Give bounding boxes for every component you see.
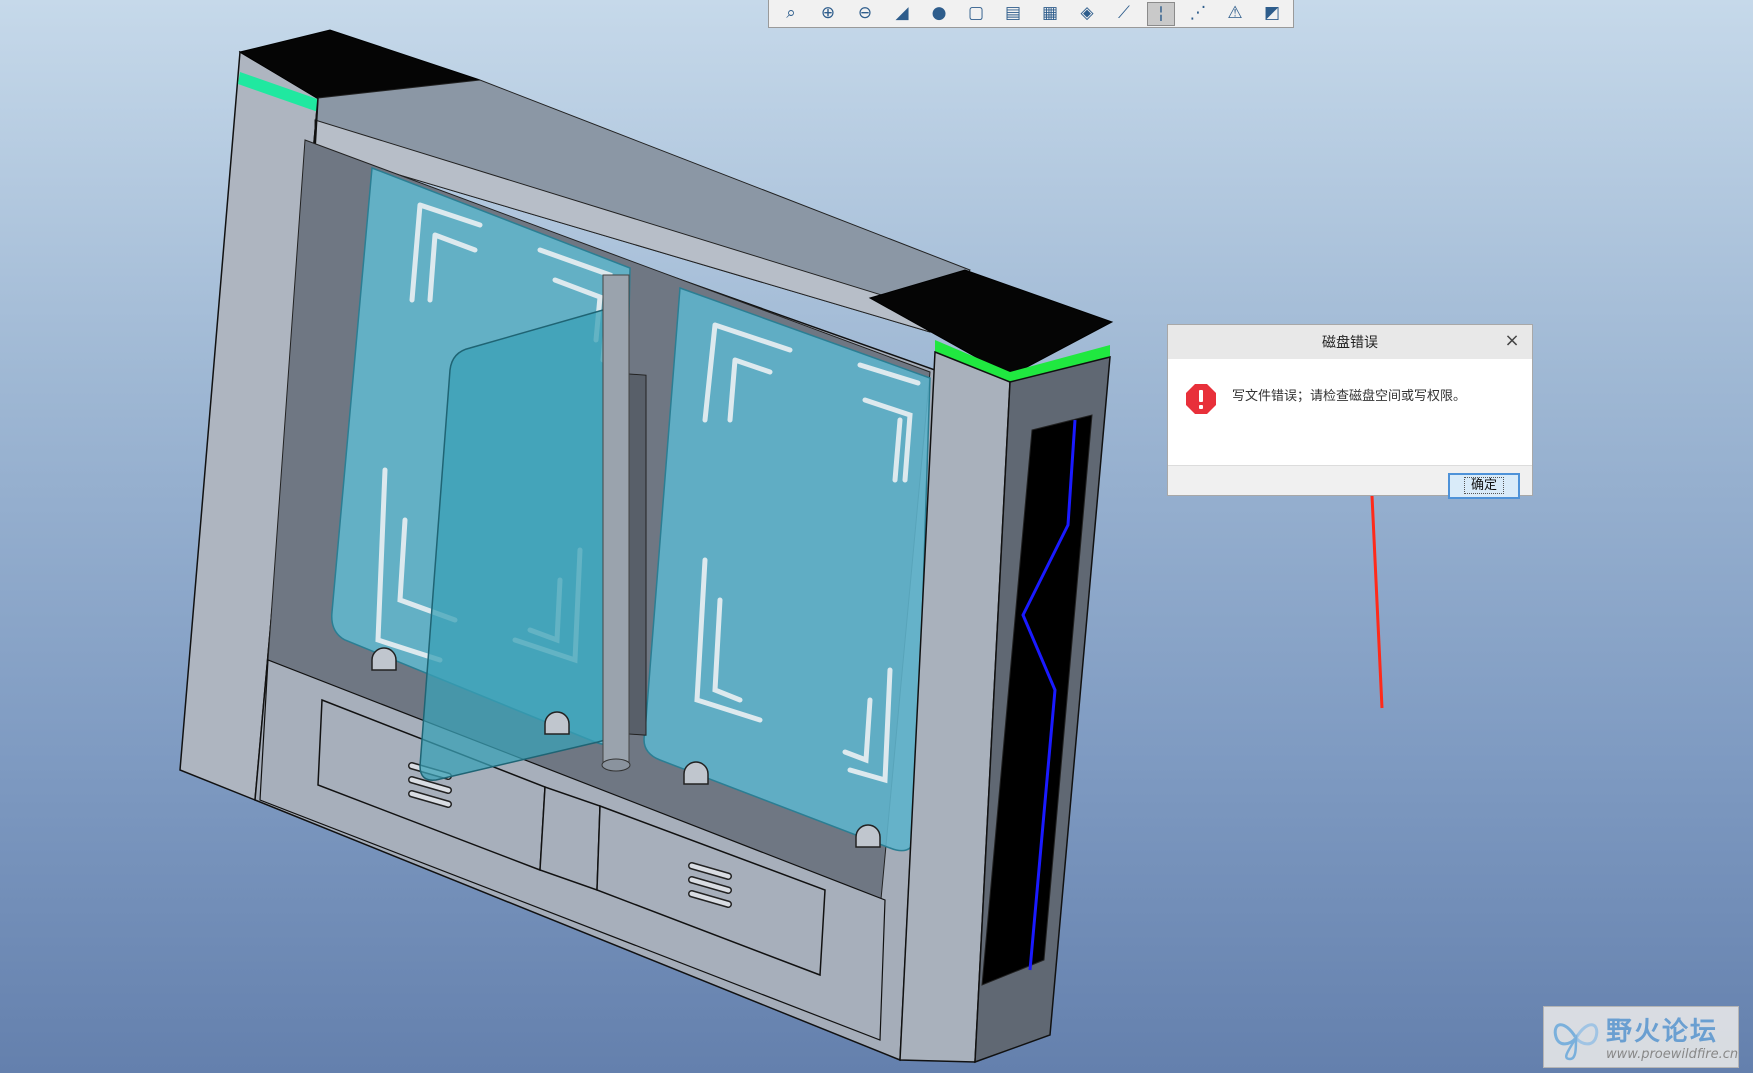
center-post-base — [601, 758, 631, 772]
watermark-name: 野火论坛 — [1606, 1017, 1719, 1047]
saved-views-icon[interactable]: ▤ — [999, 2, 1027, 26]
turnstile-gate-3d-model — [179, 29, 1384, 1064]
disk-error-dialog: 磁盘错误 × 写文件错误；请检查磁盘空间或写权限。 确定 — [1167, 324, 1533, 499]
zoom-fit-icon[interactable]: ⌕ — [777, 2, 805, 26]
dialog-body: 写文件错误；请检查磁盘空间或写权限。 — [1168, 359, 1532, 466]
view-toolbar: ⌕ ⊕ ⊖ ◢ ● ▢ ▤ ▦ ◈ ⟋ ¦ ⋰ ⚠ ◩ — [768, 0, 1294, 28]
repaint-icon[interactable]: ◢ — [888, 2, 916, 26]
zoom-out-icon[interactable]: ⊖ — [851, 2, 879, 26]
layers-icon[interactable]: ▦ — [1036, 2, 1064, 26]
dialog-titlebar[interactable]: 磁盘错误 × — [1168, 325, 1532, 359]
datum-axes-icon[interactable]: ¦ — [1147, 1, 1175, 26]
butterfly-logo-icon — [1553, 1023, 1599, 1061]
dialog-title: 磁盘错误 — [1322, 335, 1378, 351]
ok-button[interactable]: 确定 — [1448, 473, 1520, 499]
dialog-footer: 确定 — [1168, 466, 1532, 499]
close-icon[interactable]: × — [1502, 331, 1522, 351]
view-orient-icon[interactable]: ▢ — [962, 2, 990, 26]
annotation-icon[interactable]: ◩ — [1258, 2, 1286, 26]
error-message: 写文件错误；请检查磁盘空间或写权限。 — [1232, 389, 1467, 404]
forum-watermark: 野火论坛 www.proewildfire.cn — [1543, 1006, 1739, 1068]
shading-icon[interactable]: ● — [925, 2, 953, 26]
watermark-url: www.proewildfire.cn — [1606, 1047, 1739, 1062]
center-post — [602, 274, 630, 766]
datum-points-icon[interactable]: ⋰ — [1184, 2, 1212, 26]
ok-button-label: 确定 — [1463, 477, 1504, 494]
graphics-window[interactable] — [0, 0, 1753, 1073]
appearance-icon[interactable]: ◈ — [1073, 2, 1101, 26]
datum-planes-icon[interactable]: ⟋ — [1110, 2, 1138, 26]
zoom-in-icon[interactable]: ⊕ — [814, 2, 842, 26]
csys-icon[interactable]: ⚠ — [1221, 2, 1249, 26]
error-icon — [1186, 384, 1216, 414]
swing-glass-door — [419, 307, 623, 781]
